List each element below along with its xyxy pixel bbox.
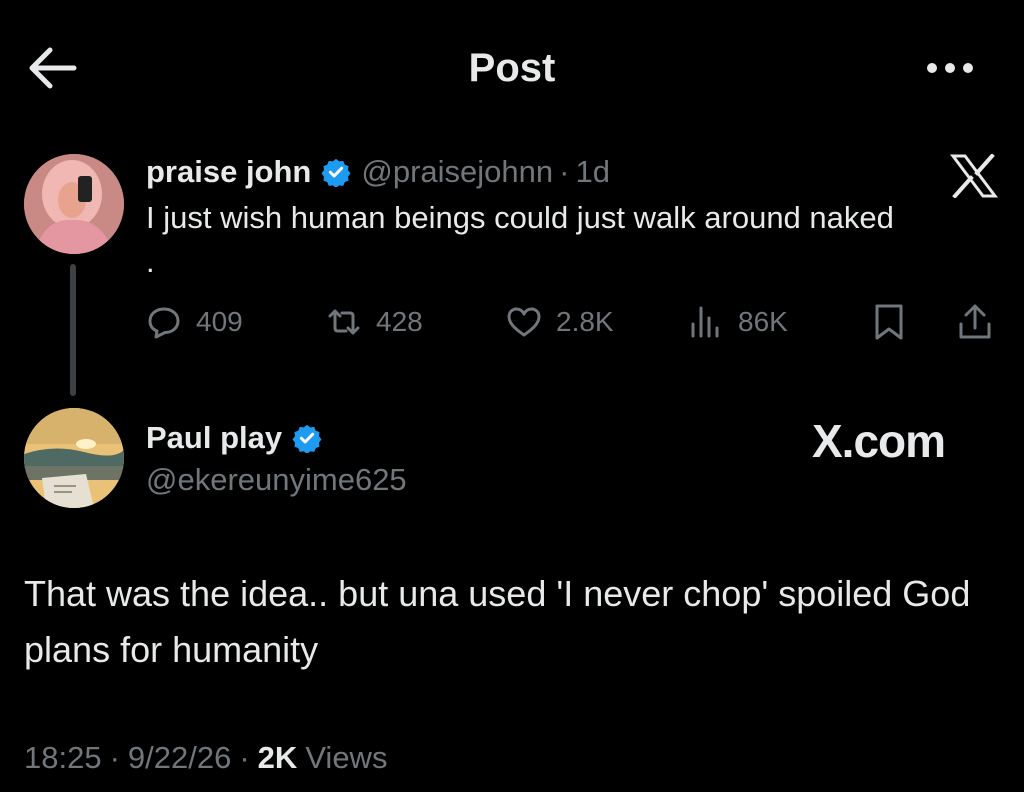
avatar-image <box>24 408 124 508</box>
separator-dot: · <box>239 740 250 775</box>
share-icon <box>959 304 991 339</box>
heart-icon <box>507 307 541 337</box>
post-time: 1d <box>575 154 610 189</box>
post-date: 9/22/26 <box>127 740 232 775</box>
xcom-watermark: X.com <box>812 415 946 467</box>
more-dots-icon <box>927 63 973 73</box>
bookmark-button[interactable] <box>870 302 908 342</box>
reply-bubble-icon <box>148 307 180 339</box>
views-label: Views <box>305 740 388 775</box>
author-handle[interactable]: @praisejohnn <box>361 154 553 190</box>
verified-badge-icon <box>292 424 322 453</box>
reply-button[interactable]: 409 <box>146 300 243 344</box>
x-logo-icon <box>950 154 998 198</box>
views-count: 86K <box>738 306 788 337</box>
analytics-bars-icon <box>691 306 719 338</box>
views-button[interactable]: 86K <box>688 300 788 344</box>
separator-dot: · <box>559 154 570 189</box>
reply-author-row: Paul play <box>146 418 332 458</box>
author-name[interactable]: praise john <box>146 154 311 190</box>
reply-post-text: That was the idea.. but una used 'I neve… <box>24 573 971 670</box>
repost-arrows-icon <box>328 309 360 335</box>
like-button[interactable]: 2.8K <box>506 300 614 344</box>
separator-dot: · <box>109 740 120 775</box>
reply-count: 409 <box>196 306 243 337</box>
quoted-post-header: praise john @praisejohnn · 1d <box>146 152 610 192</box>
thread-line <box>70 264 76 396</box>
author-name[interactable]: Paul play <box>146 420 282 456</box>
post-meta: 18:25 · 9/22/26 · 2K Views <box>24 740 387 776</box>
quoted-post-text: I just wish human beings could just walk… <box>146 200 894 279</box>
avatar-image <box>24 154 124 254</box>
page-title: Post <box>468 46 556 90</box>
repost-count: 428 <box>376 306 423 337</box>
more-options-button[interactable] <box>920 58 980 78</box>
views-total[interactable]: 2K <box>258 740 298 776</box>
avatar-praise-john[interactable] <box>24 154 124 254</box>
verified-badge-icon <box>321 158 351 187</box>
like-count: 2.8K <box>556 306 614 337</box>
bookmark-icon <box>875 304 903 340</box>
avatar-paul-play[interactable] <box>24 408 124 508</box>
repost-button[interactable]: 428 <box>326 300 423 344</box>
author-handle[interactable]: @ekereunyime625 <box>146 462 407 498</box>
post-time: 18:25 <box>24 740 102 775</box>
share-button[interactable] <box>956 302 994 342</box>
